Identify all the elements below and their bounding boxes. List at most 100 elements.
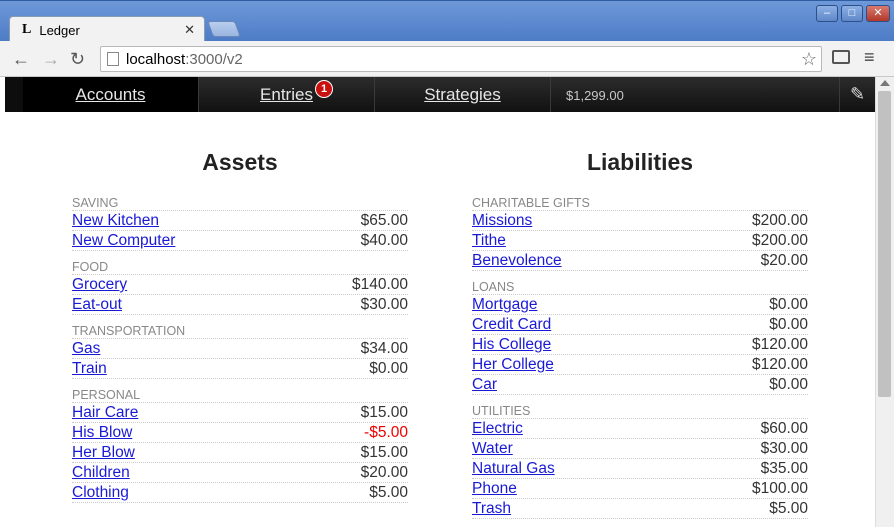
- group-label: CHARITABLE GIFTS: [472, 196, 808, 211]
- account-row: His College $120.00: [472, 335, 808, 355]
- assets-column: Assets SAVING New Kitchen $65.00 New Comput…: [72, 112, 408, 512]
- account-link[interactable]: Benevolence: [472, 251, 562, 270]
- account-link[interactable]: Train: [72, 359, 107, 378]
- page-icon: [107, 52, 119, 66]
- cast-icon[interactable]: [832, 50, 850, 64]
- account-link[interactable]: Trash: [472, 499, 511, 518]
- back-arrow-icon[interactable]: ←: [12, 49, 30, 69]
- account-row: Train $0.00: [72, 359, 408, 379]
- account-link[interactable]: New Computer: [72, 231, 175, 250]
- maximize-window-button[interactable]: □: [841, 5, 863, 22]
- account-link[interactable]: Mortgage: [472, 295, 537, 314]
- account-link[interactable]: Her Blow: [72, 443, 135, 462]
- account-amount: $20.00: [760, 252, 808, 269]
- account-link[interactable]: Clothing: [72, 483, 129, 502]
- account-link[interactable]: His Blow: [72, 423, 132, 442]
- account-row: Children $20.00: [72, 463, 408, 483]
- account-link[interactable]: Gas: [72, 339, 100, 358]
- account-amount: $0.00: [769, 376, 808, 393]
- account-amount: $200.00: [751, 212, 808, 229]
- browser-tab[interactable]: L Ledger ✕: [9, 16, 205, 43]
- account-link[interactable]: His College: [472, 335, 551, 354]
- account-row: Electric $60.00: [472, 419, 808, 439]
- account-link[interactable]: Children: [72, 463, 130, 482]
- address-bar[interactable]: localhost:3000/v2 ☆: [100, 46, 822, 72]
- tab-strategies[interactable]: Strategies: [375, 77, 551, 112]
- account-row: His Blow -$5.00: [72, 423, 408, 443]
- account-group: PERSONAL Hair Care $15.00 His Blow -$5.00 Her…: [72, 388, 408, 503]
- account-row: Her Blow $15.00: [72, 443, 408, 463]
- liabilities-column: Liabilities CHARITABLE GIFTS Missions $200…: [472, 112, 808, 527]
- account-amount: $140.00: [351, 276, 408, 293]
- account-row: Benevolence $20.00: [472, 251, 808, 271]
- account-link[interactable]: New Kitchen: [72, 211, 159, 230]
- account-row: Trash $5.00: [472, 499, 808, 519]
- account-link[interactable]: Natural Gas: [472, 459, 555, 478]
- close-window-button[interactable]: ✕: [866, 5, 890, 22]
- account-row: Mortgage $0.00: [472, 295, 808, 315]
- group-label: TRANSPORTATION: [72, 324, 408, 339]
- tab-accounts[interactable]: Accounts: [23, 77, 199, 112]
- tab-strategies-label: Strategies: [424, 84, 501, 104]
- account-amount: $30.00: [360, 296, 408, 313]
- account-link[interactable]: Grocery: [72, 275, 127, 294]
- reload-icon[interactable]: ↻: [70, 49, 85, 69]
- account-link[interactable]: Phone: [472, 479, 517, 498]
- new-tab-button[interactable]: [207, 21, 241, 37]
- edit-button[interactable]: ✎: [839, 77, 875, 112]
- account-link[interactable]: Car: [472, 375, 497, 394]
- account-row: Tithe $200.00: [472, 231, 808, 251]
- group-label: FOOD: [72, 260, 408, 275]
- account-row: Hair Care $15.00: [72, 403, 408, 423]
- account-group: FOOD Grocery $140.00 Eat-out $30.00: [72, 260, 408, 315]
- group-label: PERSONAL: [72, 388, 408, 403]
- account-row: Credit Card $0.00: [472, 315, 808, 335]
- account-link[interactable]: Hair Care: [72, 403, 138, 422]
- menu-icon[interactable]: ≡: [864, 47, 875, 68]
- account-row: Car $0.00: [472, 375, 808, 395]
- account-row: New Computer $40.00: [72, 231, 408, 251]
- account-link[interactable]: Her College: [472, 355, 554, 374]
- account-row: Phone $100.00: [472, 479, 808, 499]
- account-link[interactable]: Eat-out: [72, 295, 122, 314]
- pencil-icon: ✎: [849, 84, 866, 104]
- group-label: UTILITIES: [472, 404, 808, 419]
- account-amount: $35.00: [760, 460, 808, 477]
- group-label: SAVING: [72, 196, 408, 211]
- balance-total: $1,299.00: [566, 88, 624, 103]
- page-scrollbar[interactable]: [875, 77, 894, 527]
- account-row: Grocery $140.00: [72, 275, 408, 295]
- account-amount: $30.00: [760, 440, 808, 457]
- tab-accounts-label: Accounts: [75, 84, 146, 104]
- liabilities-groups: CHARITABLE GIFTS Missions $200.00 Tithe $200…: [472, 196, 808, 519]
- account-group: CHARITABLE GIFTS Missions $200.00 Tithe $200…: [472, 196, 808, 271]
- account-amount: $15.00: [360, 404, 408, 421]
- scrollbar-thumb[interactable]: [878, 91, 891, 397]
- account-amount: $15.00: [360, 444, 408, 461]
- account-amount: $120.00: [751, 356, 808, 373]
- account-link[interactable]: Water: [472, 439, 513, 458]
- scroll-up-arrow-icon[interactable]: [880, 80, 890, 86]
- tab-entries[interactable]: Entries 1: [199, 77, 375, 112]
- main-content: Assets SAVING New Kitchen $65.00 New Comput…: [5, 112, 875, 527]
- account-amount: $0.00: [769, 316, 808, 333]
- account-amount: $0.00: [769, 296, 808, 313]
- account-link[interactable]: Missions: [472, 211, 532, 230]
- account-group: LOANS Mortgage $0.00 Credit Card $0.00 His Co…: [472, 280, 808, 395]
- forward-arrow-icon[interactable]: →: [42, 49, 60, 69]
- account-group: SAVING New Kitchen $65.00 New Computer $40.0…: [72, 196, 408, 251]
- account-row: Water $30.00: [472, 439, 808, 459]
- ledger-favicon-icon: L: [22, 22, 32, 37]
- minimize-window-button[interactable]: –: [816, 5, 838, 22]
- bookmark-star-icon[interactable]: ☆: [801, 49, 817, 70]
- account-amount: $120.00: [751, 336, 808, 353]
- account-amount: $0.00: [369, 360, 408, 377]
- account-link[interactable]: Electric: [472, 419, 523, 438]
- account-link[interactable]: Tithe: [472, 231, 506, 250]
- account-row: Natural Gas $35.00: [472, 459, 808, 479]
- close-tab-icon[interactable]: ✕: [184, 22, 195, 38]
- account-amount: -$5.00: [364, 424, 408, 441]
- tab-entries-label: Entries: [260, 84, 313, 104]
- account-link[interactable]: Credit Card: [472, 315, 551, 334]
- account-amount: $100.00: [751, 480, 808, 497]
